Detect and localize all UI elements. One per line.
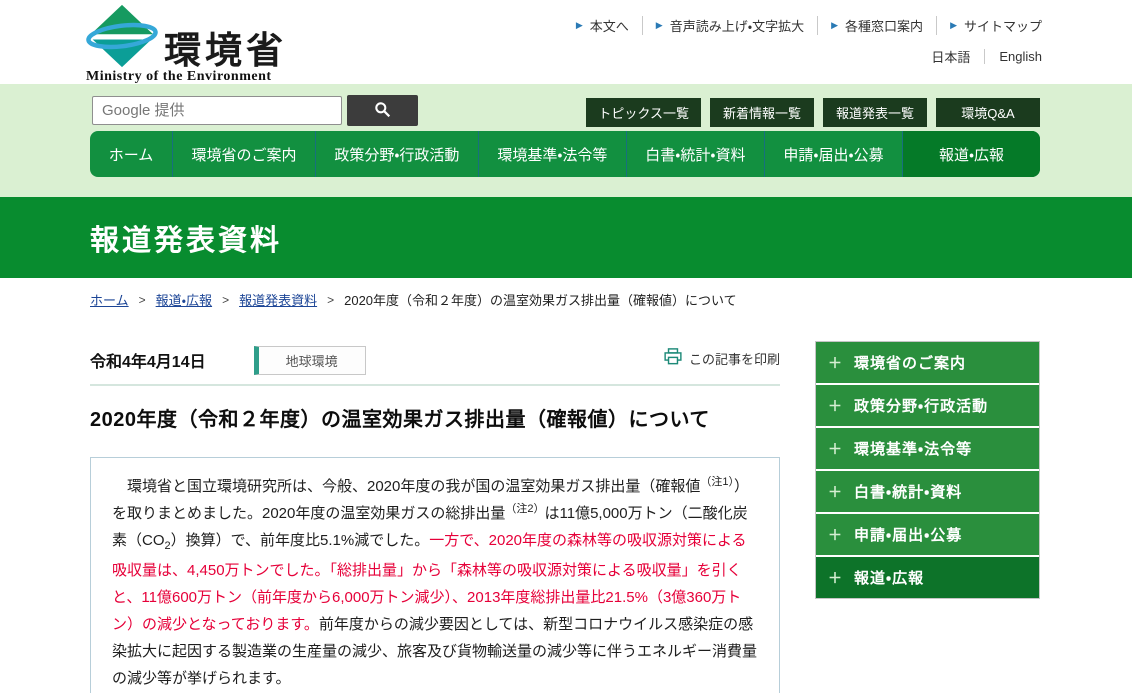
- utility-link-main-text[interactable]: ▶ 本文へ: [576, 16, 642, 35]
- breadcrumb-press-materials[interactable]: 報道発表資料: [239, 290, 317, 309]
- utility-link-contact[interactable]: ▶ 各種窓口案内: [817, 16, 936, 35]
- utility-link-label: サイトマップ: [964, 16, 1042, 35]
- sidebar-item-applications[interactable]: ＋ 申請・届出・公募: [816, 512, 1039, 555]
- sidebar-item-press[interactable]: ＋ 報道・広報: [816, 555, 1039, 598]
- sidebar-item-label: 環境省のご案内: [854, 352, 966, 373]
- utility-link-label: 本文へ: [590, 16, 629, 35]
- utility-link-label: 音声読み上げ・文字拡大: [670, 16, 804, 35]
- quick-link-press-releases[interactable]: 報道発表一覧: [823, 98, 927, 127]
- triangle-arrow-icon: ▶: [831, 20, 838, 31]
- article-date: 令和4年4月14日: [90, 348, 206, 372]
- plus-icon: ＋: [828, 568, 843, 588]
- page-banner: 報道発表資料: [0, 197, 1132, 278]
- plus-icon: ＋: [828, 482, 843, 502]
- site-search: [92, 95, 418, 126]
- print-label: この記事を印刷: [689, 349, 780, 368]
- article-column: 令和4年4月14日 地球環境 この記事を印刷 2020年度（令和２年度）の温室効…: [90, 345, 780, 693]
- header-band: トピックス一覧 新着情報一覧 報道発表一覧 環境Q&A ホーム 環境省のご案内 …: [0, 84, 1132, 197]
- sidebar-item-about[interactable]: ＋ 環境省のご案内: [816, 342, 1039, 383]
- triangle-arrow-icon: ▶: [656, 20, 663, 31]
- print-link[interactable]: この記事を印刷: [664, 348, 780, 368]
- nav-item-home[interactable]: ホーム: [90, 131, 172, 177]
- utility-link-label: 各種窓口案内: [845, 16, 923, 35]
- category-tag[interactable]: 地球環境: [254, 346, 366, 375]
- utility-link-accessibility[interactable]: ▶ 音声読み上げ・文字拡大: [642, 16, 817, 35]
- sidebar-item-label: 報道・広報: [854, 567, 924, 588]
- language-switcher: 日本語 English: [917, 47, 1042, 66]
- nav-item-whitepaper[interactable]: 白書・統計・資料: [626, 131, 764, 177]
- search-button[interactable]: [347, 95, 418, 126]
- nav-item-policy[interactable]: 政策分野・行政活動: [315, 131, 478, 177]
- lang-japanese[interactable]: 日本語: [917, 47, 984, 66]
- logo-subtitle: Ministry of the Environment: [86, 69, 287, 85]
- moe-logo[interactable]: 環境省 Ministry of the Environment: [86, 4, 287, 85]
- page-title: 報道発表資料: [90, 217, 282, 259]
- global-nav: ホーム 環境省のご案内 政策分野・行政活動 環境基準・法令等 白書・統計・資料 …: [90, 131, 1040, 177]
- site-header: 環境省 Ministry of the Environment ▶ 本文へ ▶ …: [0, 0, 1132, 84]
- nav-item-about[interactable]: 環境省のご案内: [172, 131, 315, 177]
- plus-icon: ＋: [828, 439, 843, 459]
- printer-icon: [664, 348, 689, 368]
- sidebar-item-standards[interactable]: ＋ 環境基準・法令等: [816, 426, 1039, 469]
- meta-divider: [90, 384, 780, 386]
- quick-link-whats-new[interactable]: 新着情報一覧: [710, 98, 814, 127]
- sidebar-item-label: 申請・届出・公募: [854, 524, 962, 545]
- breadcrumb-separator: >: [222, 293, 229, 307]
- article-paragraph: 環境省と国立環境研究所は、今般、2020年度の我が国の温室効果ガス排出量（確報値…: [112, 473, 758, 692]
- footnote-ref-1: （注1）: [700, 476, 734, 488]
- sidebar-item-policy[interactable]: ＋ 政策分野・行政活動: [816, 383, 1039, 426]
- article-summary-box: 環境省と国立環境研究所は、今般、2020年度の我が国の温室効果ガス排出量（確報値…: [90, 457, 780, 693]
- logo-title: 環境省: [164, 32, 287, 69]
- body-segment: 環境省と国立環境研究所は、今般、2020年度の我が国の温室効果ガス排出量（確報値: [112, 478, 700, 495]
- breadcrumb-current: 2020年度（令和２年度）の温室効果ガス排出量（確報値）について: [344, 290, 737, 309]
- footnote-ref-2: （注2）: [505, 503, 544, 515]
- page: 環境省 Ministry of the Environment ▶ 本文へ ▶ …: [0, 0, 1132, 693]
- quick-link-topics[interactable]: トピックス一覧: [586, 98, 701, 127]
- sidebar-item-label: 政策分野・行政活動: [854, 395, 988, 416]
- breadcrumb-separator: >: [139, 293, 146, 307]
- quick-link-env-qa[interactable]: 環境Q&A: [936, 98, 1040, 127]
- sidebar-item-whitepaper[interactable]: ＋ 白書・統計・資料: [816, 469, 1039, 512]
- breadcrumb-separator: >: [327, 293, 334, 307]
- nav-item-applications[interactable]: 申請・届出・公募: [764, 131, 902, 177]
- lang-english[interactable]: English: [984, 49, 1042, 64]
- triangle-arrow-icon: ▶: [950, 20, 957, 31]
- triangle-arrow-icon: ▶: [576, 20, 583, 31]
- quick-links: トピックス一覧 新着情報一覧 報道発表一覧 環境Q&A: [586, 98, 1040, 127]
- sidebar-item-label: 白書・統計・資料: [854, 481, 962, 502]
- article-meta-row: 令和4年4月14日 地球環境 この記事を印刷: [90, 345, 780, 375]
- plus-icon: ＋: [828, 353, 843, 373]
- breadcrumb-home[interactable]: ホーム: [90, 290, 129, 309]
- utility-links: ▶ 本文へ ▶ 音声読み上げ・文字拡大 ▶ 各種窓口案内 ▶ サイトマップ: [576, 16, 1042, 35]
- plus-icon: ＋: [828, 396, 843, 416]
- breadcrumb: ホーム > 報道・広報 > 報道発表資料 > 2020年度（令和２年度）の温室効…: [90, 290, 1040, 309]
- breadcrumb-press[interactable]: 報道・広報: [156, 290, 212, 309]
- nav-item-standards[interactable]: 環境基準・法令等: [478, 131, 626, 177]
- nav-item-press[interactable]: 報道・広報: [902, 131, 1040, 177]
- plus-icon: ＋: [828, 525, 843, 545]
- sidebar-menu: ＋ 環境省のご案内 ＋ 政策分野・行政活動 ＋ 環境基準・法令等 ＋ 白書・統計…: [815, 341, 1040, 599]
- sidebar-item-label: 環境基準・法令等: [854, 438, 972, 459]
- utility-link-sitemap[interactable]: ▶ サイトマップ: [936, 16, 1042, 35]
- body-segment: ）換算）で、前年度比5.1%減でした。: [171, 532, 430, 549]
- moe-logo-icon: [86, 4, 158, 73]
- search-input[interactable]: [92, 96, 342, 125]
- search-icon: [374, 101, 391, 121]
- article-title: 2020年度（令和２年度）の温室効果ガス排出量（確報値）について: [90, 403, 780, 432]
